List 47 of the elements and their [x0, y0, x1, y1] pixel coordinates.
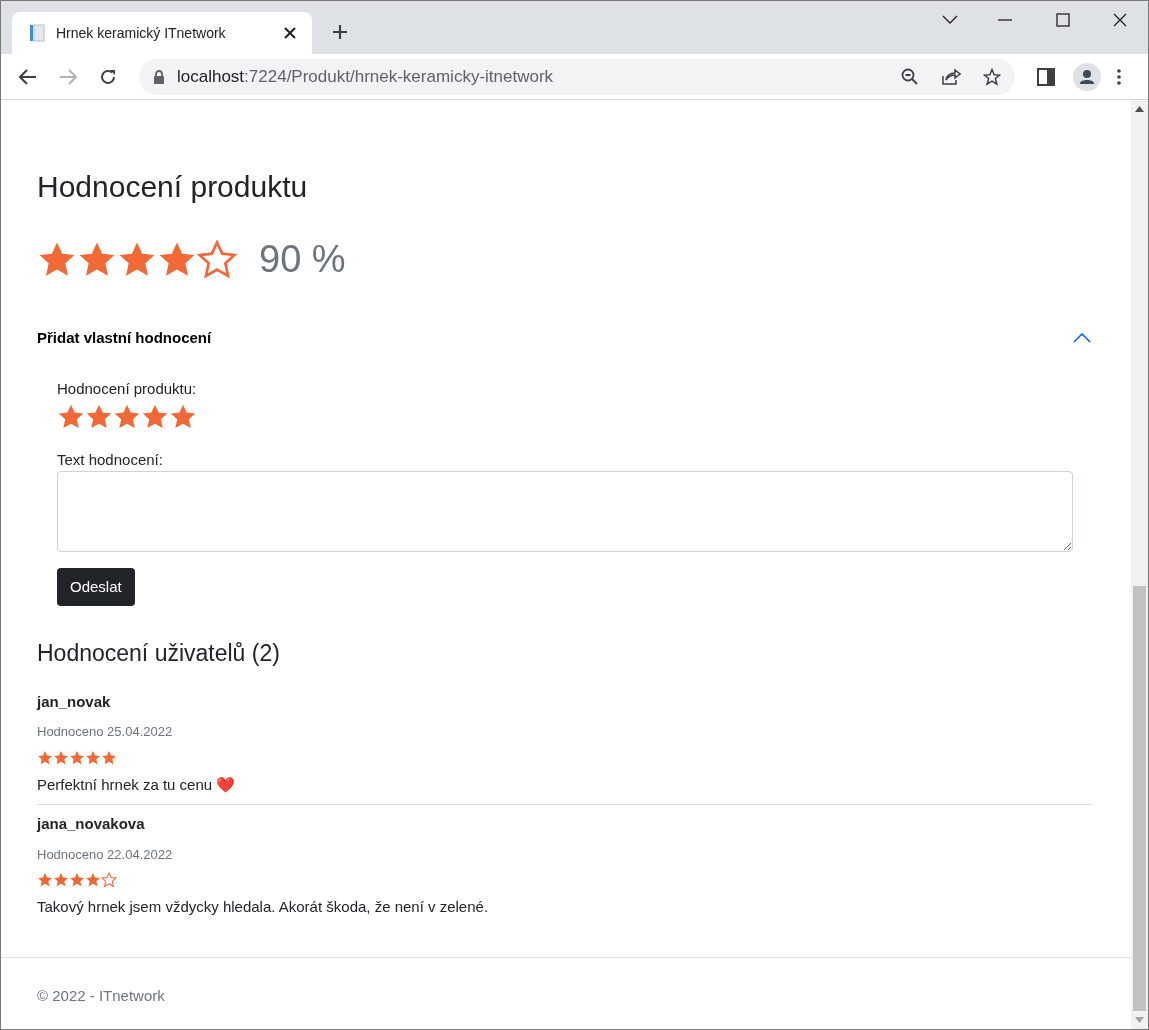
field-label: Text hodnocení:: [57, 449, 164, 470]
review-text-field[interactable]: [57, 471, 1073, 552]
menu-icon[interactable]: [1117, 68, 1121, 85]
page-icon: [28, 24, 46, 42]
section-heading: Hodnocení uživatelů (2): [37, 639, 281, 668]
star-icon: [85, 749, 101, 766]
star-outline-icon: [197, 239, 237, 280]
share-icon[interactable]: [941, 67, 961, 86]
scrollbar[interactable]: [1131, 100, 1148, 1029]
close-icon[interactable]: [1113, 13, 1127, 27]
review-text: Takový hrnek jsem vždycky hledala. Akorát škoda, že není v zelené.: [37, 897, 490, 917]
maximize-icon[interactable]: [1056, 13, 1070, 27]
browser-tab[interactable]: Hrnek keramický ITnetwork: [12, 12, 312, 54]
profile-icon[interactable]: [1073, 62, 1101, 91]
tab-search-icon[interactable]: [942, 15, 958, 25]
accordion-header[interactable]: Přidat vlastní hodnocení: [37, 326, 1093, 350]
review-date: Hodnoceno 25.04.2022: [37, 723, 174, 741]
back-icon[interactable]: [19, 67, 37, 86]
review-date: Hodnoceno 22.04.2022: [37, 845, 174, 864]
star-icon: [85, 872, 101, 888]
star-icon: [69, 749, 85, 766]
star-icon: [37, 872, 53, 888]
review-text: Perfektní hrnek za tu cenu ❤: [37, 774, 237, 795]
side-panel-icon[interactable]: [1037, 67, 1055, 86]
bookmark-star-icon[interactable]: [983, 67, 1001, 86]
star-icon: [37, 749, 53, 766]
reload-icon[interactable]: [99, 67, 117, 86]
submit-button[interactable]: Odeslat: [57, 568, 135, 606]
close-icon[interactable]: [284, 27, 296, 39]
scroll-up-icon[interactable]: [1135, 106, 1144, 112]
reviewer-name: jan_novak: [37, 691, 112, 712]
star-icon: [53, 872, 69, 888]
star-icon: [53, 749, 69, 766]
field-label: Hodnocení produktu:: [57, 379, 198, 399]
star-icon: [101, 749, 117, 766]
reviewer-name: jana_novakova: [37, 814, 146, 834]
star-icon: [69, 872, 85, 888]
zoom-out-icon[interactable]: [901, 67, 919, 86]
tab-title: Hrnek keramický ITnetwork: [56, 23, 227, 43]
rating-percent: 90 %: [259, 237, 346, 282]
url-text: localhost:7224/Produkt/hrnek-keramicky-itnetwork: [177, 65, 555, 88]
new-tab-icon[interactable]: [332, 24, 348, 40]
lock-icon: [153, 69, 165, 84]
address-bar[interactable]: localhost:7224/Produkt/hrnek-keramicky-itnetwork: [139, 58, 1015, 95]
footer-text: © 2022 - ITnetwork: [37, 987, 165, 1004]
star-outline-icon: [101, 872, 117, 888]
section-heading: Hodnocení produktu: [37, 169, 309, 205]
